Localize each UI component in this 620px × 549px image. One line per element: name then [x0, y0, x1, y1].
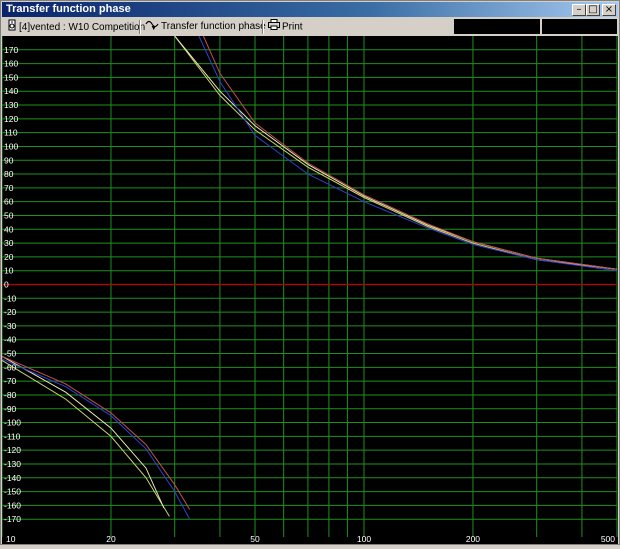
- y-tick-label: 30: [4, 238, 14, 248]
- y-tick-label: -140: [4, 473, 21, 483]
- y-tick-label: -90: [4, 404, 17, 414]
- y-tick-label: 170: [4, 45, 18, 55]
- y-tick-label: -120: [4, 445, 21, 455]
- phase-plot[interactable]: 170 160 150 140 130 120 110 100 90 80 70 60 50 40 30 20…: [1, 35, 618, 544]
- x-tick-label: 10: [6, 534, 16, 544]
- y-tick-label: 50: [4, 210, 14, 220]
- y-tick-label: 40: [4, 224, 14, 234]
- wave-icon: [145, 19, 159, 34]
- x-tick-label: 200: [466, 534, 480, 544]
- y-tick-label: -20: [4, 307, 17, 317]
- y-tick-label: 70: [4, 183, 14, 193]
- x-tick-label: 100: [357, 534, 371, 544]
- y-tick-label: 160: [4, 59, 18, 69]
- y-tick-label: -80: [4, 390, 17, 400]
- y-tick-label: -50: [4, 349, 17, 359]
- x-tick-label: 50: [250, 534, 260, 544]
- close-button[interactable]: ×: [602, 4, 616, 16]
- view-select[interactable]: Transfer function phase▼: [145, 19, 278, 34]
- speaker-icon: [7, 19, 17, 36]
- maximize-button[interactable]: □: [586, 4, 600, 16]
- y-tick-label: 80: [4, 169, 14, 179]
- y-tick-label: -160: [4, 500, 21, 510]
- plot-background: [2, 36, 618, 544]
- toolbar-divider: [262, 20, 264, 34]
- x-tick-label: 500: [601, 534, 615, 544]
- x-tick-label: 20: [106, 534, 116, 544]
- y-tick-label: 140: [4, 86, 18, 96]
- y-tick-label: -10: [4, 293, 17, 303]
- y-tick-label: -30: [4, 321, 17, 331]
- y-tick-label: 10: [4, 266, 14, 276]
- print-button[interactable]: Print: [268, 19, 303, 34]
- y-tick-label: -60: [4, 362, 17, 372]
- toolbar-divider: [139, 20, 141, 34]
- enclosure-select[interactable]: [4]vented : W10 Competition ▼: [7, 19, 157, 34]
- y-tick-label: 120: [4, 114, 18, 124]
- minimize-button[interactable]: –: [572, 4, 586, 16]
- toolbar: [4]vented : W10 Competition ▼ Transfer fu…: [2, 18, 618, 37]
- y-tick-label: 150: [4, 72, 18, 82]
- y-tick-label: -100: [4, 418, 21, 428]
- window-title: Transfer function phase: [6, 3, 131, 15]
- y-tick-label: -40: [4, 335, 17, 345]
- y-tick-label: 90: [4, 155, 14, 165]
- y-tick-label: 60: [4, 197, 14, 207]
- y-tick-label: 20: [4, 252, 14, 262]
- print-label: Print: [282, 21, 303, 33]
- view-label: Transfer function phase: [161, 21, 266, 33]
- y-tick-label: -130: [4, 459, 21, 469]
- y-tick-label: -170: [4, 514, 21, 524]
- y-tick-label: -110: [4, 431, 21, 441]
- printer-icon: [268, 19, 280, 35]
- phase-chart: 1701601501401301201101009080706050403020…: [1, 35, 618, 544]
- y-tick-label: -150: [4, 487, 21, 497]
- y-tick-label: 0: [4, 280, 9, 290]
- y-tick-label: 110: [4, 128, 18, 138]
- title-bar[interactable]: Transfer function phase – □ ×: [2, 2, 618, 17]
- readout-field: [542, 19, 617, 34]
- enclosure-label: [4]vented : W10 Competition: [19, 22, 146, 34]
- y-tick-label: 130: [4, 100, 18, 110]
- readout-field: [454, 19, 540, 34]
- app-window: Transfer function phase – □ × [4]vented …: [0, 0, 620, 545]
- y-tick-label: 100: [4, 141, 18, 151]
- y-tick-label: -70: [4, 376, 17, 386]
